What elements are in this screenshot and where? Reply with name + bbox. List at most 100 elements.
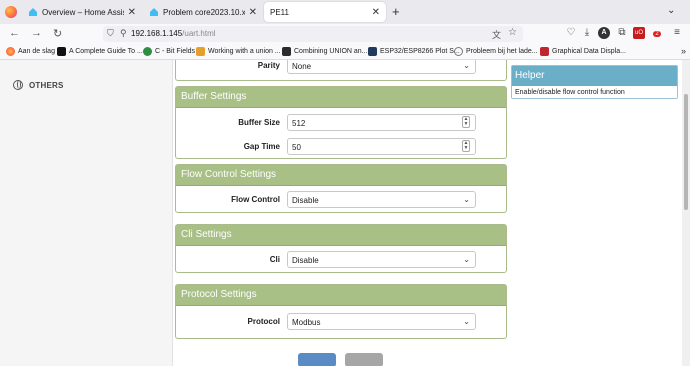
ih-icon — [282, 47, 291, 56]
bookmark-label: Working with a union ... — [208, 48, 281, 55]
submit-button[interactable] — [298, 353, 336, 366]
bookmark-item[interactable]: Probleem bij het lade... — [454, 47, 538, 56]
bookmark-label: ESP32/ESP8266 Plot S... — [380, 48, 460, 55]
chevron-down-icon: ⌄ — [463, 61, 470, 70]
extensions-icon[interactable]: ⧉ — [616, 27, 628, 39]
chevron-down-icon: ⌄ — [463, 317, 470, 326]
new-tab-button[interactable]: + — [392, 4, 400, 19]
tab-bar: Overview – Home Assistant ✕ Problem core… — [0, 0, 690, 24]
bookmark-star-icon[interactable]: ☆ — [508, 27, 517, 38]
list-all-tabs-icon[interactable]: ⌄ — [667, 5, 675, 16]
protocol-value: Modbus — [292, 318, 321, 327]
flow-control-settings-panel: Flow Control Settings Flow Control Disab… — [175, 164, 507, 213]
connection-icon[interactable]: ⚲ — [120, 28, 127, 39]
helper-panel: Helper Enable/disable flow control funct… — [511, 65, 678, 99]
buffer-size-value: 512 — [292, 119, 306, 128]
panel-title: Cli Settings — [176, 225, 506, 246]
notification-badge: 2 — [653, 31, 661, 37]
parity-label: Parity — [257, 61, 280, 70]
back-icon[interactable]: ← — [9, 27, 20, 39]
chevron-down-icon: ⌄ — [463, 195, 470, 204]
panel-title: Protocol Settings — [176, 285, 506, 306]
flow-control-label: Flow Control — [231, 195, 280, 204]
gap-time-row: Gap Time 50 ▲ ▼ — [176, 135, 508, 159]
panel-title: Flow Control Settings — [176, 165, 506, 186]
sidebar-item-label: OTHERS — [29, 80, 64, 90]
firefox-icon — [5, 6, 17, 18]
globe-icon — [454, 47, 463, 56]
chevron-down-icon: ⌄ — [463, 255, 470, 264]
cli-row: Cli Disable ⌄ — [176, 248, 508, 272]
bookmark-item[interactable]: A Complete Guide To ... — [57, 47, 143, 56]
downloads-icon[interactable]: ⤓ — [581, 27, 593, 39]
home-assistant-icon — [29, 8, 37, 16]
bookmark-label: Aan de slag — [18, 48, 55, 55]
bookmark-item[interactable]: ESP32/ESP8266 Plot S... — [368, 47, 460, 56]
buffer-settings-panel: Buffer Settings Buffer Size 512 ▲ ▼ Gap T… — [175, 86, 507, 159]
sigma-icon — [540, 47, 549, 56]
protocol-row: Protocol Modbus ⌄ — [176, 310, 508, 334]
protocol-label: Protocol — [247, 317, 280, 326]
buffer-size-label: Buffer Size — [238, 118, 280, 127]
extension-badge-icon[interactable]: 2 — [651, 27, 663, 39]
flow-control-row: Flow Control Disable ⌄ — [176, 188, 508, 212]
cli-value: Disable — [292, 256, 319, 265]
url-bar[interactable]: ⛉ ⚲ 192.168.1.145/uart.html 文 ☆ — [103, 26, 523, 42]
parity-row: Parity None ⌄ — [176, 60, 508, 78]
page-content: OTHERS Parity None ⌄ Buffer Settings Buf… — [0, 60, 690, 366]
pocket-icon[interactable]: ♡ — [565, 27, 577, 39]
spinner-icon[interactable]: ▲ ▼ — [462, 116, 470, 128]
protocol-select[interactable]: Modbus ⌄ — [287, 313, 476, 330]
bookmark-item[interactable]: Working with a union ... — [196, 47, 281, 56]
url-path: /uart.html — [182, 29, 216, 38]
reload-icon[interactable]: ↻ — [53, 27, 62, 40]
tab-problem-core[interactable]: Problem core2023.10.x with m ✕ — [143, 2, 263, 22]
bookmark-item[interactable]: C - Bit Fields — [143, 47, 195, 56]
bookmark-item[interactable]: Aan de slag — [6, 47, 55, 56]
flow-control-select[interactable]: Disable ⌄ — [287, 191, 476, 208]
flow-control-value: Disable — [292, 196, 319, 205]
bookmark-label: C - Bit Fields — [155, 48, 196, 55]
rnt-icon — [368, 47, 377, 56]
tab-pe11[interactable]: PE11 ✕ — [264, 2, 386, 22]
panel-title: Buffer Settings — [176, 87, 506, 108]
bookmark-item[interactable]: Graphical Data Displa... — [540, 47, 626, 56]
tab-title: Overview – Home Assistant — [42, 7, 124, 17]
buffer-size-row: Buffer Size 512 ▲ ▼ — [176, 111, 508, 135]
helper-title: Helper — [512, 66, 677, 86]
parity-select[interactable]: None ⌄ — [287, 60, 476, 74]
helper-text: Enable/disable flow control function — [512, 86, 677, 98]
gfg-icon — [143, 47, 152, 56]
close-icon[interactable]: ✕ — [372, 7, 380, 18]
cancel-button[interactable] — [345, 353, 383, 366]
url-text[interactable]: 192.168.1.145/uart.html — [131, 29, 216, 38]
shield-icon[interactable]: ⛉ — [107, 28, 114, 39]
tutorial-icon — [196, 47, 205, 56]
home-assistant-icon — [150, 8, 158, 16]
ublock-icon[interactable]: uO — [633, 27, 645, 39]
url-host: 192.168.1.145 — [131, 29, 183, 38]
cheatsheet-icon — [57, 47, 66, 56]
gap-time-value: 50 — [292, 143, 301, 152]
scrollbar-thumb[interactable] — [684, 94, 688, 210]
gap-time-label: Gap Time — [243, 142, 280, 151]
tab-home-assistant[interactable]: Overview – Home Assistant ✕ — [22, 2, 142, 22]
account-icon[interactable]: A — [598, 27, 610, 39]
bookmark-label: Probleem bij het lade... — [466, 48, 538, 55]
forward-icon[interactable]: → — [31, 27, 42, 39]
more-bookmarks-icon[interactable]: » — [681, 46, 686, 56]
cli-select[interactable]: Disable ⌄ — [287, 251, 476, 268]
navigation-toolbar: ← → ↻ ⛉ ⚲ 192.168.1.145/uart.html 文 ☆ ♡ … — [0, 24, 690, 44]
spinner-icon[interactable]: ▲ ▼ — [462, 140, 470, 152]
cli-settings-panel: Cli Settings Cli Disable ⌄ — [175, 224, 507, 273]
gap-time-input[interactable]: 50 ▲ ▼ — [287, 138, 476, 155]
bookmark-item[interactable]: Combining UNION an... — [282, 47, 368, 56]
close-icon[interactable]: ✕ — [128, 7, 136, 18]
sidebar-item-others[interactable]: OTHERS — [13, 80, 64, 90]
close-icon[interactable]: ✕ — [249, 7, 257, 18]
buffer-size-input[interactable]: 512 ▲ ▼ — [287, 114, 476, 131]
serial-settings-panel: Parity None ⌄ — [175, 60, 507, 81]
translate-icon[interactable]: 文 — [492, 28, 501, 41]
menu-icon[interactable]: ≡ — [671, 27, 683, 39]
parity-value: None — [292, 62, 312, 71]
